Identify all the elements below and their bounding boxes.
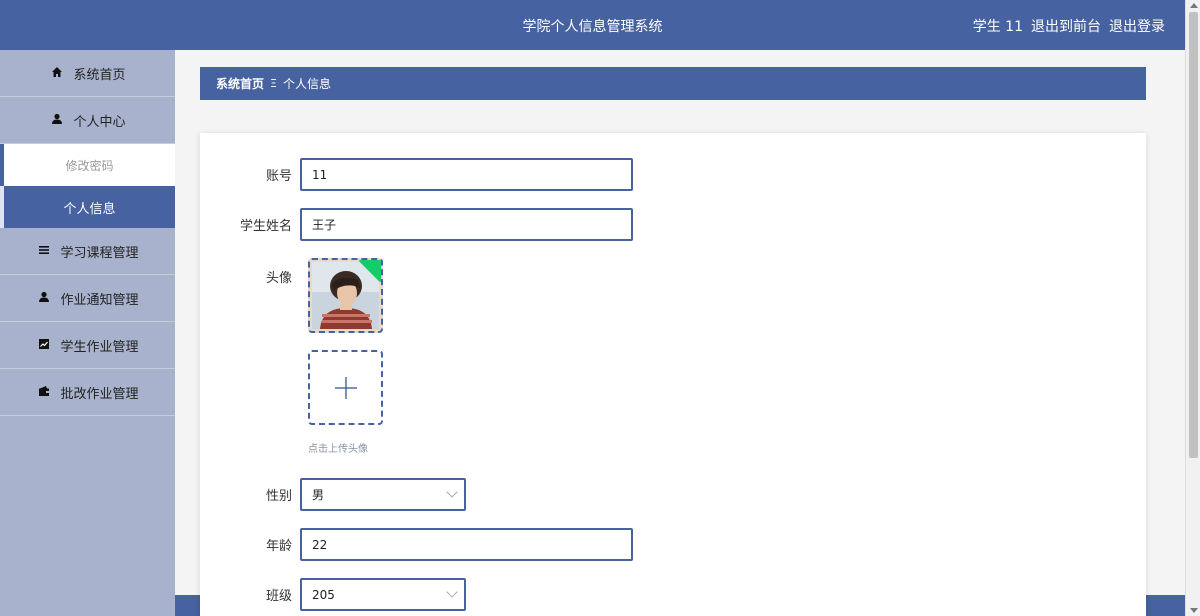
sidebar-item-label: 批改作业管理 bbox=[60, 386, 139, 402]
top-header: 学院个人信息管理系统 学生 11 退出到前台 退出登录 bbox=[0, 0, 1185, 50]
class-select[interactable]: 205 bbox=[300, 578, 466, 611]
gender-value: 男 bbox=[312, 488, 325, 502]
sidebar-item-label: 学生作业管理 bbox=[60, 339, 139, 355]
account-field[interactable]: 11 bbox=[300, 158, 633, 191]
plus-icon bbox=[334, 376, 357, 399]
class-row: 班级 205 bbox=[200, 578, 466, 611]
name-row: 学生姓名 王子 bbox=[200, 208, 633, 241]
sidebar-item-label: 个人信息 bbox=[63, 201, 116, 217]
wallet-icon bbox=[36, 385, 52, 400]
gender-row: 性别 男 bbox=[200, 478, 466, 511]
chart-icon bbox=[36, 338, 52, 353]
breadcrumb-current: 个人信息 bbox=[282, 77, 331, 91]
main-content: 系统首页 Ξ 个人信息 账号 11 学生姓名 王子 头像 点击上传头像 性别 男… bbox=[175, 50, 1185, 616]
avatar-preview[interactable] bbox=[308, 258, 383, 333]
sidebar-item-personal-center[interactable]: 个人中心 bbox=[0, 97, 175, 144]
sidebar-item-label: 个人中心 bbox=[73, 114, 126, 130]
logout-link[interactable]: 退出登录 bbox=[1109, 16, 1165, 36]
name-label: 学生姓名 bbox=[239, 219, 292, 234]
age-row: 年龄 22 bbox=[200, 528, 633, 561]
breadcrumb-separator: Ξ bbox=[270, 77, 277, 90]
scroll-up-arrow-icon[interactable] bbox=[1190, 3, 1198, 8]
profile-form-card: 账号 11 学生姓名 王子 头像 点击上传头像 性别 男 年龄 22 班级 20… bbox=[200, 133, 1146, 616]
account-row: 账号 11 bbox=[200, 158, 633, 191]
chevron-down-icon bbox=[446, 586, 458, 598]
home-icon bbox=[49, 66, 65, 81]
scrollbar-thumb[interactable] bbox=[1189, 12, 1198, 458]
gender-select[interactable]: 男 bbox=[300, 478, 466, 511]
user-icon bbox=[36, 291, 52, 306]
header-actions: 学生 11 退出到前台 退出登录 bbox=[973, 16, 1165, 36]
sidebar: 系统首页 个人中心 修改密码 个人信息 学习课程管理 作业通知管理 学生作业管理… bbox=[0, 50, 175, 616]
avatar-upload-button[interactable] bbox=[308, 350, 383, 425]
sidebar-subitem-change-password[interactable]: 修改密码 bbox=[0, 144, 175, 186]
back-to-front-link[interactable]: 退出到前台 bbox=[1031, 16, 1101, 36]
name-field[interactable]: 王子 bbox=[300, 208, 633, 241]
page-scrollbar[interactable] bbox=[1185, 0, 1200, 616]
upload-tip: 点击上传头像 bbox=[308, 444, 368, 455]
avatar-row: 头像 bbox=[200, 267, 300, 286]
sidebar-item-course-management[interactable]: 学习课程管理 bbox=[0, 228, 175, 275]
list-icon bbox=[36, 244, 52, 259]
chevron-down-icon bbox=[446, 486, 458, 498]
user-icon bbox=[49, 113, 65, 128]
current-user: 学生 11 bbox=[972, 19, 1023, 35]
avatar-label: 头像 bbox=[265, 271, 292, 286]
sidebar-item-label: 修改密码 bbox=[65, 158, 114, 173]
gender-label: 性别 bbox=[265, 489, 292, 504]
age-label: 年龄 bbox=[265, 539, 292, 554]
age-field[interactable]: 22 bbox=[300, 528, 633, 561]
sidebar-item-homework-notice[interactable]: 作业通知管理 bbox=[0, 275, 175, 322]
class-value: 205 bbox=[312, 587, 335, 602]
sidebar-item-label: 系统首页 bbox=[73, 67, 126, 83]
sidebar-item-label: 作业通知管理 bbox=[60, 292, 139, 308]
class-label: 班级 bbox=[265, 589, 292, 604]
scroll-down-arrow-icon[interactable] bbox=[1190, 608, 1198, 613]
sidebar-item-student-homework[interactable]: 学生作业管理 bbox=[0, 322, 175, 369]
sidebar-subitem-personal-info[interactable]: 个人信息 bbox=[0, 186, 175, 228]
account-label: 账号 bbox=[265, 169, 292, 184]
breadcrumb-home-link[interactable]: 系统首页 bbox=[216, 75, 264, 92]
breadcrumb: 系统首页 Ξ 个人信息 bbox=[200, 67, 1146, 100]
sidebar-item-label: 学习课程管理 bbox=[60, 245, 139, 261]
sidebar-item-home[interactable]: 系统首页 bbox=[0, 50, 175, 97]
sidebar-item-grade-homework[interactable]: 批改作业管理 bbox=[0, 369, 175, 416]
